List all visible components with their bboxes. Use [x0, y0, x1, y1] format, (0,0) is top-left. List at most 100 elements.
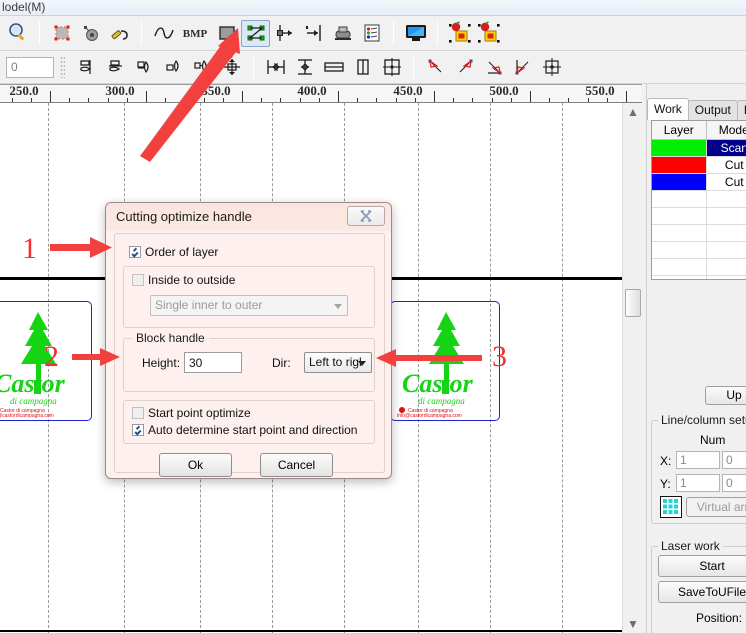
height-label: Height:: [142, 356, 181, 370]
x-count-input[interactable]: 1: [676, 451, 720, 469]
align-toolbar[interactable]: [0, 51, 746, 84]
bmp-icon[interactable]: BMP: [178, 20, 212, 47]
ruler-major-tick: [338, 91, 339, 102]
ruler-minor-tick: [261, 98, 263, 102]
grid-align-icon[interactable]: [377, 54, 406, 81]
checkbox-box[interactable]: [132, 407, 144, 419]
origin-top-right-icon[interactable]: [450, 54, 479, 81]
save-to-file-button[interactable]: SaveToUFile: [658, 581, 746, 603]
y-spacing-input[interactable]: 0: [722, 474, 746, 492]
inside-to-outside-checkbox[interactable]: Inside to outside: [132, 273, 235, 287]
table-row-empty[interactable]: [652, 276, 746, 279]
logo-right[interactable]: Castor di campagna Castor di campagna in…: [396, 306, 496, 418]
checkbox-box[interactable]: [132, 424, 144, 436]
size-vertical-icon[interactable]: [290, 54, 319, 81]
ok-button[interactable]: Ok: [159, 453, 232, 477]
flip-right-icon[interactable]: [159, 54, 188, 81]
ruler-minor-tick: [376, 98, 378, 102]
layer-table[interactable]: Layer Mode Scan Cut Cut: [651, 120, 746, 280]
height-input[interactable]: 30: [184, 352, 242, 373]
properties-icon[interactable]: [357, 20, 386, 47]
table-row[interactable]: Cut: [652, 157, 746, 174]
laser-work-title: Laser work: [658, 539, 723, 553]
mirror-horizontal-icon[interactable]: [72, 54, 101, 81]
mirror-vertical-icon[interactable]: [101, 54, 130, 81]
y-count-input[interactable]: 1: [676, 474, 720, 492]
virtual-array-icon[interactable]: [660, 496, 682, 518]
order-of-layer-checkbox[interactable]: Order of layer: [129, 245, 218, 259]
scroll-up-arrow[interactable]: ▲: [623, 103, 643, 121]
size-horizontal-icon[interactable]: [261, 54, 290, 81]
main-toolbar[interactable]: BMP: [0, 16, 746, 51]
layer-mode[interactable]: Scan: [706, 140, 746, 156]
table-row[interactable]: Cut: [652, 174, 746, 191]
checkbox-box[interactable]: [129, 246, 141, 258]
preview-monitor-icon[interactable]: [401, 20, 430, 47]
pen-draw-icon[interactable]: [105, 20, 134, 47]
dir-label: Dir:: [272, 356, 291, 370]
bitmap-object-2-icon[interactable]: [474, 20, 503, 47]
layer-color-swatch[interactable]: [652, 140, 707, 156]
ruler-minor-tick: [453, 98, 455, 102]
space-horizontal-icon[interactable]: [319, 54, 348, 81]
layer-mode[interactable]: Cut: [707, 157, 746, 173]
table-row-empty[interactable]: [652, 259, 746, 276]
panel-tabs[interactable]: Work Output D: [647, 98, 746, 120]
right-panel[interactable]: Work Output D Layer Mode Scan Cut Cut: [646, 84, 746, 633]
layer-color-swatch[interactable]: [652, 174, 707, 190]
select-rect-icon[interactable]: [47, 20, 76, 47]
checkbox-box[interactable]: [132, 274, 144, 286]
start-button[interactable]: Start: [658, 555, 746, 577]
bitmap-object-1-icon[interactable]: [445, 20, 474, 47]
table-row-empty[interactable]: [652, 242, 746, 259]
layer-mode[interactable]: Cut: [707, 174, 746, 190]
rotation-angle-input[interactable]: [6, 56, 54, 78]
table-row-empty[interactable]: [652, 225, 746, 242]
menu-bar[interactable]: lodel(M): [0, 0, 746, 16]
align-right-icon[interactable]: [299, 20, 328, 47]
cancel-button[interactable]: Cancel: [260, 453, 333, 477]
ruler-major-tick: [242, 91, 243, 102]
svg-text:info@castordicampagna.com: info@castordicampagna.com: [397, 413, 462, 418]
tab-work[interactable]: Work: [647, 98, 689, 120]
ruler-label: 550.0: [585, 84, 615, 98]
align-center-h-icon[interactable]: [270, 20, 299, 47]
cutting-optimize-dialog[interactable]: Cutting optimize handle Order of layer I…: [105, 202, 392, 479]
origin-top-left-icon[interactable]: [421, 54, 450, 81]
auto-determine-checkbox[interactable]: Auto determine start point and direction: [132, 423, 357, 437]
vertical-scrollbar[interactable]: ▲ ▼: [622, 103, 642, 633]
scrollbar-thumb[interactable]: [625, 289, 641, 317]
svg-text:Castor: Castor: [402, 369, 474, 398]
origin-center-icon[interactable]: [537, 54, 566, 81]
layer-color-swatch[interactable]: [652, 157, 707, 173]
dir-select[interactable]: Left to rigl: [304, 352, 372, 373]
cutting-optimize-icon[interactable]: [241, 19, 270, 47]
node-edit-icon[interactable]: [76, 20, 105, 47]
origin-bottom-right-icon[interactable]: [479, 54, 508, 81]
distribute-icon[interactable]: [188, 54, 217, 81]
menu-item-model[interactable]: lodel(M): [2, 0, 45, 14]
toolbar-gripper[interactable]: [60, 56, 65, 78]
x-spacing-input[interactable]: 0: [722, 451, 746, 469]
tab-output[interactable]: Output: [687, 100, 738, 120]
space-vertical-icon[interactable]: [348, 54, 377, 81]
center-cross-icon[interactable]: [217, 54, 246, 81]
scroll-down-arrow[interactable]: ▼: [623, 615, 643, 633]
inner-mode-select[interactable]: Single inner to outer: [150, 295, 348, 316]
inner-mode-value: Single inner to outer: [155, 298, 263, 312]
rectangle-icon[interactable]: [212, 20, 241, 47]
table-row-empty[interactable]: [652, 191, 746, 208]
table-row-empty[interactable]: [652, 208, 746, 225]
zoom-magnifier-icon[interactable]: [3, 20, 32, 47]
print-icon[interactable]: [328, 20, 357, 47]
tab-doc[interactable]: D: [736, 100, 746, 120]
close-icon[interactable]: [347, 206, 385, 226]
curve-icon[interactable]: [149, 20, 178, 47]
flip-left-icon[interactable]: [130, 54, 159, 81]
grid-line: [562, 103, 563, 633]
origin-bottom-left-icon[interactable]: [508, 54, 537, 81]
virtual-array-button[interactable]: Virtual arra: [686, 497, 746, 517]
layer-up-button[interactable]: Up: [705, 386, 746, 405]
start-point-optimize-checkbox[interactable]: Start point optimize: [132, 406, 251, 420]
table-row[interactable]: Scan: [652, 140, 746, 157]
